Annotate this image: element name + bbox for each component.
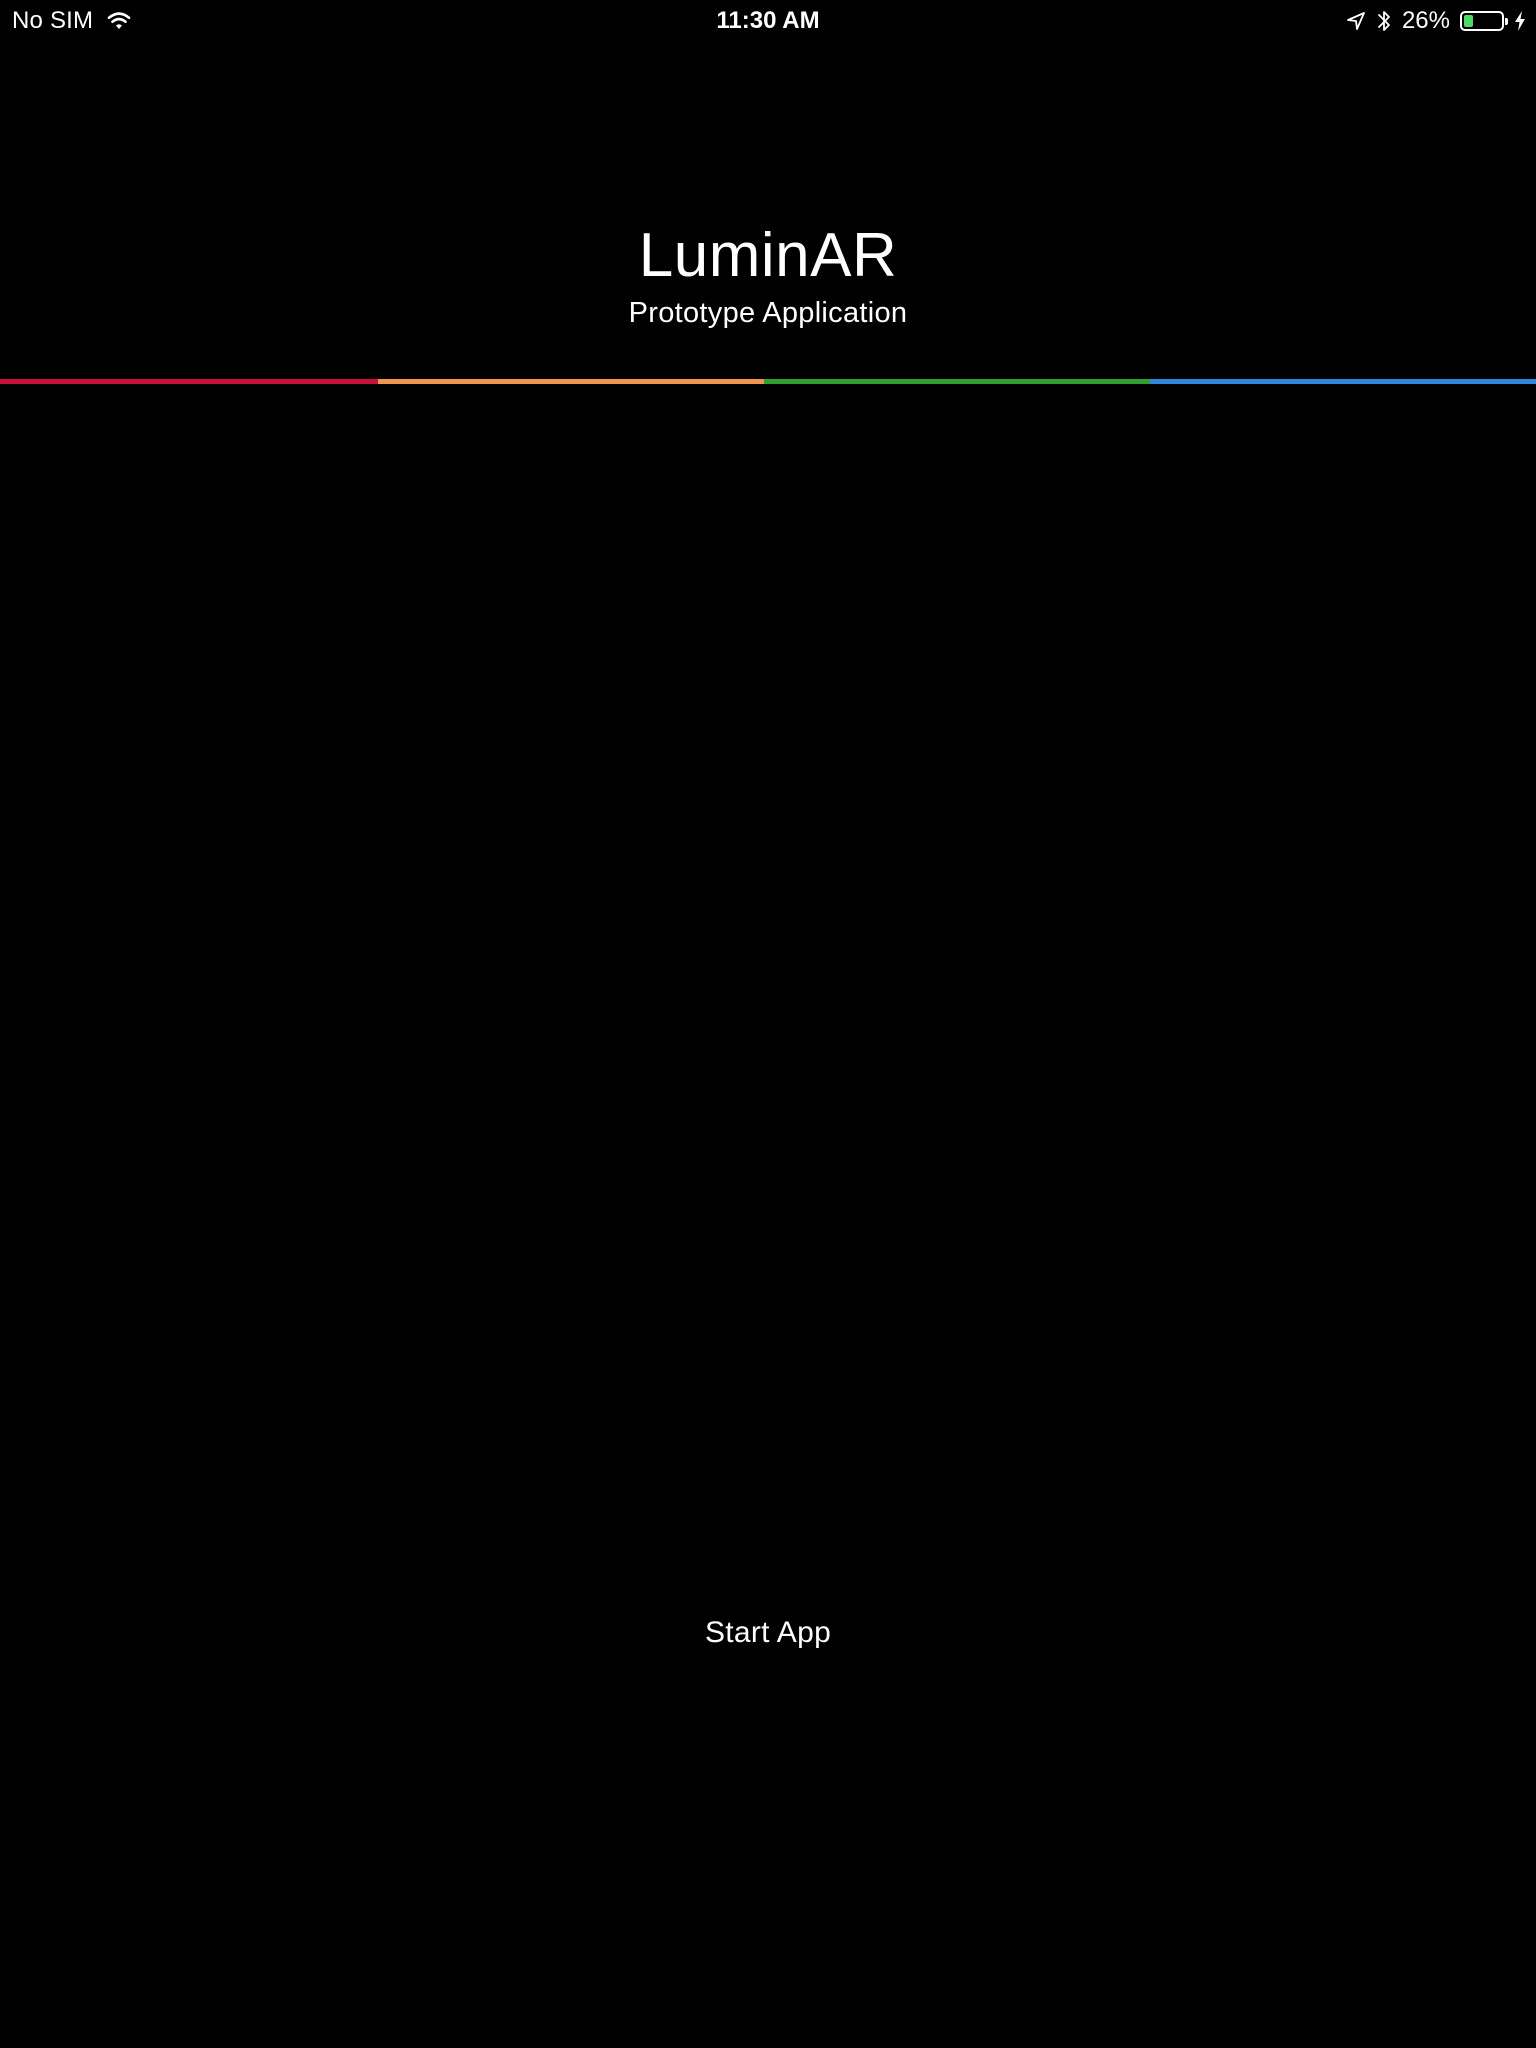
battery-percent-label: 26% bbox=[1401, 7, 1450, 34]
color-divider-segment bbox=[1150, 379, 1536, 384]
color-divider bbox=[0, 379, 1536, 384]
color-divider-segment bbox=[378, 379, 764, 384]
battery-icon bbox=[1460, 11, 1508, 31]
status-bar-right: 26% bbox=[1346, 6, 1526, 36]
color-divider-segment bbox=[764, 379, 1150, 384]
app-title: LuminAR bbox=[638, 221, 898, 290]
app-subtitle: Prototype Application bbox=[628, 297, 908, 329]
color-divider-segment bbox=[0, 379, 378, 384]
location-arrow-icon bbox=[1346, 11, 1366, 31]
bluetooth-icon bbox=[1376, 8, 1392, 34]
charging-bolt-icon bbox=[1514, 10, 1526, 32]
battery-fill bbox=[1464, 15, 1474, 27]
status-bar: No SIM 11:30 AM 26% bbox=[0, 0, 1536, 40]
start-app-button[interactable]: Start App bbox=[618, 1608, 918, 1658]
status-time: 11:30 AM bbox=[716, 7, 820, 34]
